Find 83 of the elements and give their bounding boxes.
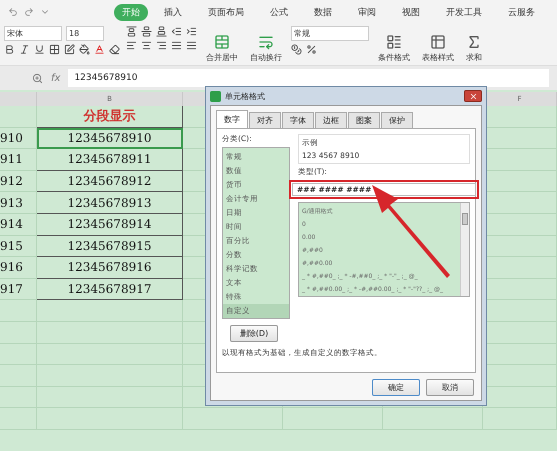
empty-cell	[0, 300, 37, 322]
border-icon[interactable]	[49, 44, 60, 55]
ribbon-tab[interactable]: 视图	[394, 4, 428, 20]
font-color-icon[interactable]	[94, 44, 105, 55]
ribbon-tab[interactable]: 云服务	[500, 4, 543, 20]
align-left-icon[interactable]	[126, 40, 137, 51]
redo-icon[interactable]	[24, 7, 34, 17]
table-cell: 12345678912	[37, 170, 183, 192]
app-logo-icon	[210, 90, 221, 102]
align-bottom-icon[interactable]	[156, 26, 167, 37]
indent-icon[interactable]	[186, 26, 197, 37]
table-cell: 12345678911	[37, 149, 183, 171]
dialog-tab[interactable]: 保护	[381, 112, 413, 128]
table-cell: 12345678910	[37, 128, 183, 150]
undo-icon[interactable]	[8, 7, 18, 17]
empty-cell	[0, 386, 37, 408]
currency-icon[interactable]	[291, 44, 302, 55]
align-right-icon[interactable]	[156, 40, 167, 51]
close-button[interactable]	[464, 90, 482, 102]
ribbon-tab[interactable]: 审阅	[350, 4, 384, 20]
align-center-icon[interactable]	[141, 40, 152, 51]
wrap-text-button[interactable]: 自动换行	[247, 26, 285, 63]
wrap-text-icon	[258, 34, 274, 50]
ribbon-tab[interactable]: 页面布局	[200, 4, 252, 20]
delete-button[interactable]: 删除(D)	[230, 325, 278, 342]
font-name-dropdown[interactable]: 宋体	[4, 26, 62, 41]
dialog-tab[interactable]: 数字	[216, 110, 248, 128]
table-cell: 911	[0, 149, 37, 171]
table-cell: 916	[0, 257, 37, 279]
outdent-icon[interactable]	[171, 26, 182, 37]
dialog-tab[interactable]: 对齐	[249, 112, 281, 128]
close-icon	[468, 92, 478, 100]
table-cell: 12345678913	[37, 192, 183, 214]
ribbon-tab[interactable]: 开发工具	[438, 4, 490, 20]
edit-icon[interactable]	[64, 44, 75, 55]
number-format-dropdown[interactable]: 常规	[291, 26, 369, 41]
empty-cell	[0, 408, 37, 430]
conditional-format-button[interactable]: 条件格式	[375, 26, 413, 63]
empty-cell	[0, 322, 37, 344]
table-cell: 917	[0, 278, 37, 300]
table-cell: 12345678915	[37, 236, 183, 258]
merge-center-button[interactable]: 合并居中	[203, 26, 241, 63]
empty-cell	[0, 106, 37, 128]
function-label[interactable]: fx	[51, 72, 60, 84]
merge-cells-icon	[214, 34, 230, 50]
dialog-title: 单元格格式	[225, 90, 266, 102]
empty-cell	[0, 365, 37, 387]
formula-input[interactable]: 12345678910	[68, 69, 549, 87]
justify-icon[interactable]	[171, 40, 182, 51]
table-cell: 12345678914	[37, 214, 183, 236]
ribbon-tab[interactable]: 数据	[306, 4, 340, 20]
eraser-icon[interactable]	[109, 44, 120, 55]
empty-cell	[0, 344, 37, 366]
table-cell: 910	[0, 128, 37, 150]
table-style-button[interactable]: 表格样式	[419, 26, 457, 63]
sum-button[interactable]: 求和	[463, 26, 485, 63]
table-cell: 915	[0, 236, 37, 258]
dialog-tab[interactable]: 图案	[348, 112, 380, 128]
table-cell: 914	[0, 214, 37, 236]
scrollbar[interactable]	[460, 203, 469, 296]
zoom-icon[interactable]	[32, 72, 43, 84]
table-cell: 912	[0, 170, 37, 192]
header-cell: 分段显示	[37, 106, 183, 128]
table-cell: 12345678916	[37, 257, 183, 279]
bold-icon[interactable]	[4, 44, 15, 55]
table-icon	[430, 34, 446, 50]
fill-color-icon[interactable]	[79, 44, 90, 55]
cancel-button[interactable]: 取消	[426, 379, 474, 396]
underline-icon[interactable]	[34, 44, 45, 55]
dialog-tab[interactable]: 边框	[315, 112, 347, 128]
ribbon-tab[interactable]: 公式	[262, 4, 296, 20]
dialog-tab[interactable]: 字体	[282, 112, 314, 128]
ok-button[interactable]: 确定	[372, 379, 420, 396]
italic-icon[interactable]	[19, 44, 30, 55]
align-top-icon[interactable]	[126, 26, 137, 37]
align-middle-icon[interactable]	[141, 26, 152, 37]
list-icon	[386, 34, 402, 50]
distributed-icon[interactable]	[186, 40, 197, 51]
percent-icon[interactable]	[306, 44, 317, 55]
table-cell: 12345678917	[37, 278, 183, 300]
table-cell: 913	[0, 192, 37, 214]
ribbon-tab[interactable]: 插入	[156, 4, 190, 20]
font-size-dropdown[interactable]: 18	[66, 26, 104, 41]
